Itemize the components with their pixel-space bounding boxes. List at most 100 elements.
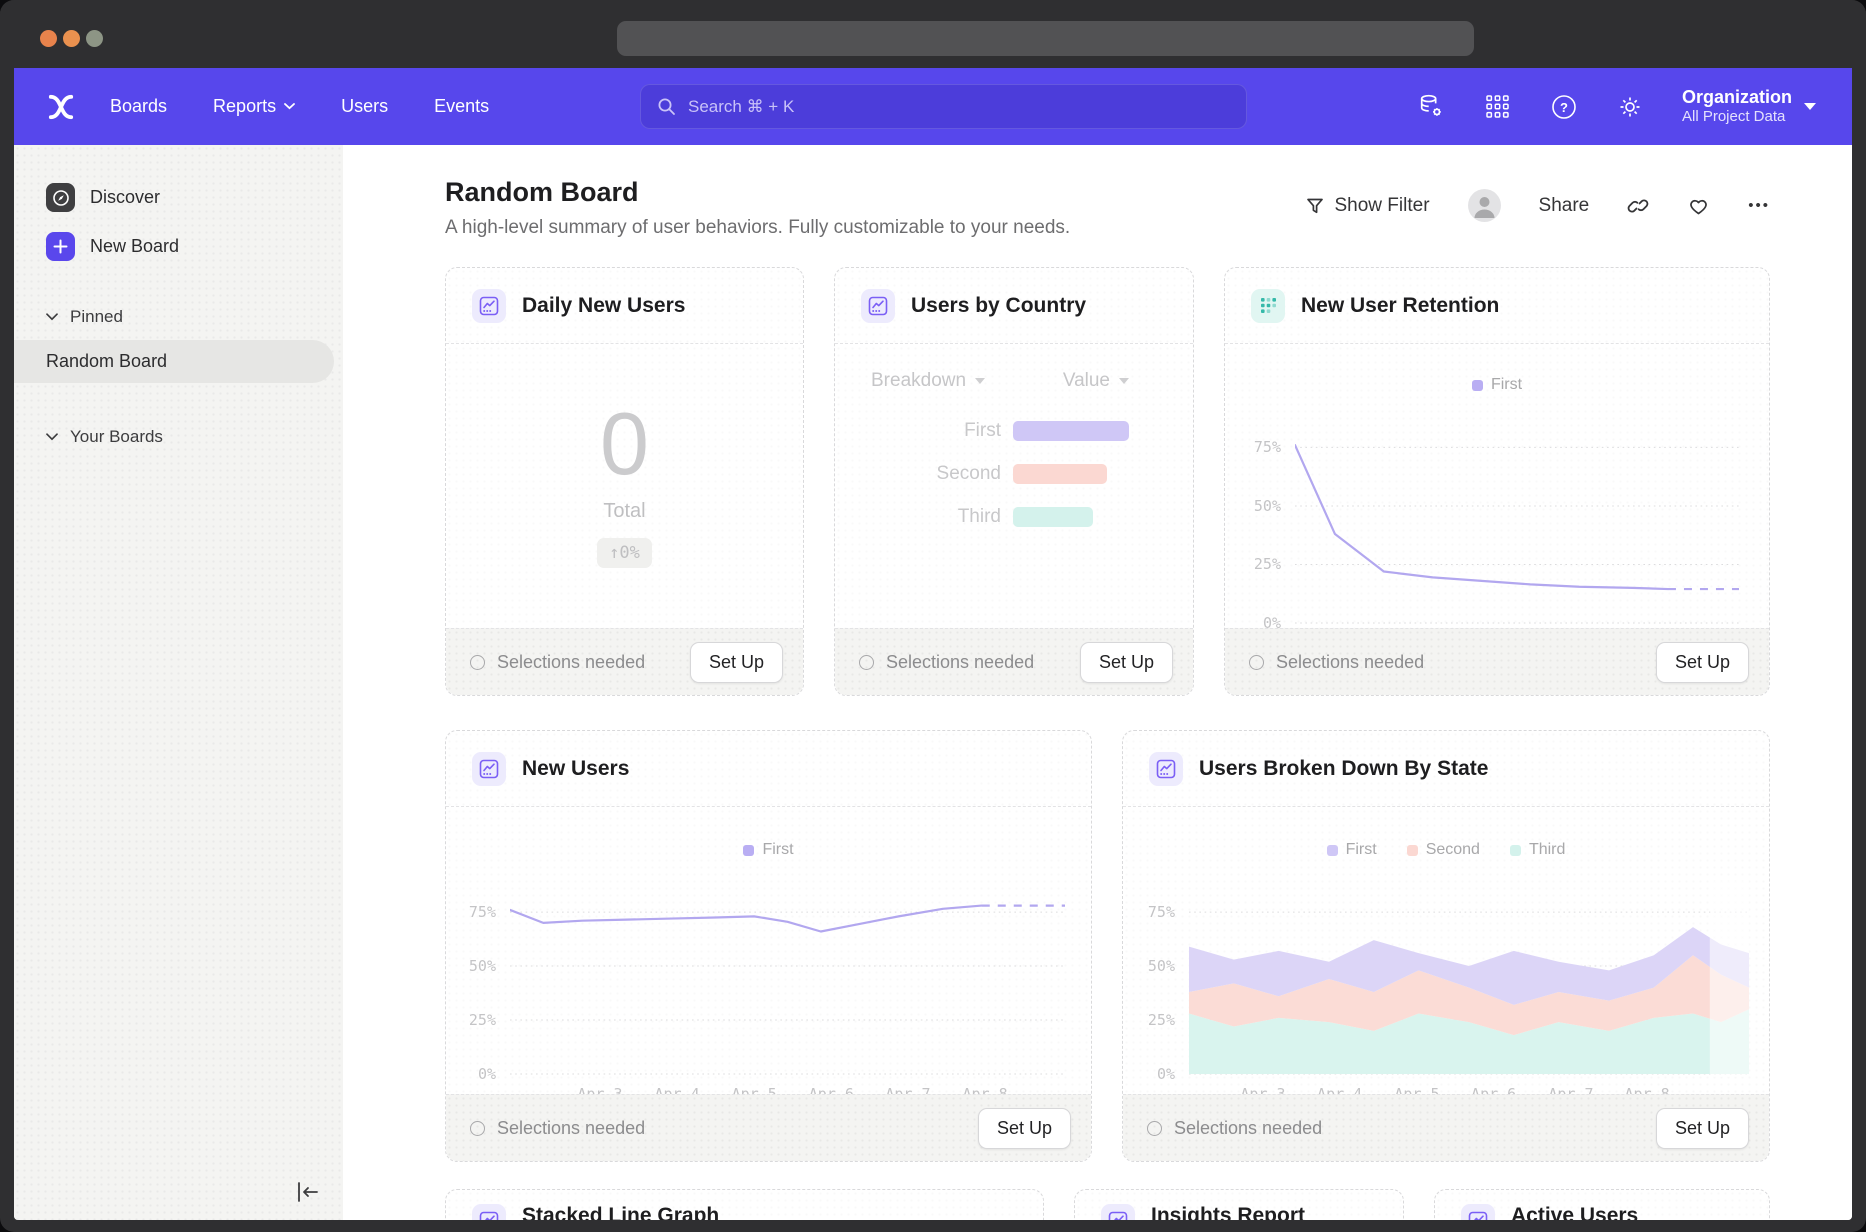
apps-grid-icon[interactable] <box>1484 93 1512 121</box>
y-axis-tick: 50% <box>1148 957 1175 975</box>
card-daily-new-users: Daily New Users 0 Total ↑0% Selections n… <box>445 267 804 696</box>
new-users-line-chart <box>510 881 1065 1077</box>
country-bar-row: Second <box>835 463 1193 485</box>
mixpanel-logo-icon[interactable] <box>46 92 76 122</box>
y-axis-tick: 50% <box>1254 497 1281 515</box>
selections-needed-status: Selections needed <box>859 652 1034 673</box>
help-icon[interactable]: ? <box>1550 93 1578 121</box>
breakdown-dropdown[interactable]: Breakdown <box>871 370 985 392</box>
more-options-button[interactable]: ••• <box>1748 197 1770 214</box>
insights-chart-icon <box>472 1204 506 1220</box>
card-title: New Users <box>522 757 629 781</box>
bar-second <box>1013 464 1107 484</box>
link-icon <box>1627 195 1649 217</box>
sidebar-item-random-board[interactable]: Random Board <box>14 340 334 383</box>
selections-needed-status: Selections needed <box>470 1118 645 1139</box>
y-axis-labels: 75%50%25%0% <box>1225 414 1295 626</box>
legend-swatch-icon <box>743 845 754 856</box>
zoom-window-button[interactable] <box>86 30 103 47</box>
close-window-button[interactable] <box>40 30 57 47</box>
page-subtitle: A high-level summary of user behaviors. … <box>445 217 1070 239</box>
share-button[interactable]: Share <box>1539 195 1590 217</box>
status-circle-icon <box>1147 1121 1162 1136</box>
traffic-lights <box>40 30 103 47</box>
card-new-users: New Users First 75%50%25%0% Apr 3Apr 4Ap… <box>445 730 1092 1162</box>
set-up-button[interactable]: Set Up <box>690 642 783 683</box>
y-axis-tick: 25% <box>469 1011 496 1029</box>
country-chart-body: Breakdown Value First Second Third <box>835 344 1193 628</box>
search-icon <box>657 97 676 116</box>
bar-label: First <box>835 420 1001 442</box>
retention-chart-body: First 75%50%25%0% < Day 1Day 2Day 3Day 4… <box>1225 344 1769 628</box>
set-up-button[interactable]: Set Up <box>978 1108 1071 1149</box>
card-users-by-state: Users Broken Down By State FirstSecondTh… <box>1122 730 1770 1162</box>
search-input[interactable]: Search ⌘ + K <box>640 84 1247 129</box>
legend-label: First <box>1491 376 1522 394</box>
sidebar-section-pinned[interactable]: Pinned <box>14 307 343 327</box>
browser-address-bar[interactable] <box>617 21 1474 56</box>
selections-needed-status: Selections needed <box>470 652 645 673</box>
filter-funnel-icon <box>1305 196 1325 216</box>
legend-label: Third <box>1529 841 1565 859</box>
card-active-users: Active Users <box>1434 1189 1770 1220</box>
board-actions: Show Filter Share <box>1305 189 1771 222</box>
card-title: Users Broken Down By State <box>1199 757 1488 781</box>
ellipsis-icon: ••• <box>1748 197 1770 214</box>
sidebar-section-your-boards[interactable]: Your Boards <box>14 427 343 447</box>
selections-needed-status: Selections needed <box>1147 1118 1322 1139</box>
insights-chart-icon <box>1149 752 1183 786</box>
set-up-button[interactable]: Set Up <box>1080 642 1173 683</box>
share-label: Share <box>1539 195 1590 217</box>
value-dropdown[interactable]: Value <box>1063 370 1129 392</box>
legend-item: First <box>1472 376 1522 394</box>
nav-item-users[interactable]: Users <box>341 96 388 117</box>
nav-item-boards[interactable]: Boards <box>110 96 167 117</box>
legend-label: Second <box>1426 841 1480 859</box>
set-up-button[interactable]: Set Up <box>1656 1108 1749 1149</box>
card-users-by-country: Users by Country Breakdown Value <box>834 267 1194 696</box>
section-label: Your Boards <box>70 427 163 447</box>
chevron-down-icon <box>1804 103 1816 110</box>
nav-item-reports[interactable]: Reports <box>213 96 295 117</box>
set-up-button[interactable]: Set Up <box>1656 642 1749 683</box>
metric-value: 0 <box>600 404 649 483</box>
retention-grid-icon <box>1251 289 1285 323</box>
minimize-window-button[interactable] <box>63 30 80 47</box>
status-circle-icon <box>859 655 874 670</box>
card-title: Users by Country <box>911 294 1086 318</box>
sidebar-item-new-board[interactable]: New Board <box>14 222 343 271</box>
status-circle-icon <box>470 655 485 670</box>
bar-first <box>1013 421 1129 441</box>
y-axis-tick: 75% <box>469 903 496 921</box>
plus-icon <box>46 232 75 261</box>
delta-badge: ↑0% <box>597 538 652 568</box>
insights-chart-icon <box>472 752 506 786</box>
country-bar-row: Third <box>835 506 1193 528</box>
legend-item: Second <box>1407 841 1480 859</box>
card-title: Active Users <box>1511 1204 1638 1220</box>
collapse-sidebar-button[interactable] <box>295 1180 321 1204</box>
favorite-button[interactable] <box>1687 195 1710 216</box>
user-avatar[interactable] <box>1468 189 1501 222</box>
page-title: Random Board <box>445 177 639 208</box>
country-bar-rows: First Second Third <box>835 420 1193 528</box>
insights-chart-icon <box>1461 1204 1495 1220</box>
show-filter-button[interactable]: Show Filter <box>1305 195 1430 217</box>
compass-icon <box>46 183 75 212</box>
legend-swatch-icon <box>1510 845 1521 856</box>
sidebar-item-discover[interactable]: Discover <box>14 173 343 222</box>
nav-item-events[interactable]: Events <box>434 96 489 117</box>
chart-legend: FirstSecondThird <box>1123 841 1769 859</box>
bar-label: Second <box>835 463 1001 485</box>
legend-swatch-icon <box>1407 845 1418 856</box>
data-management-icon[interactable] <box>1418 93 1446 121</box>
copy-link-button[interactable] <box>1627 195 1649 217</box>
y-axis-tick: 0% <box>478 1065 496 1083</box>
chart-legend: First <box>1225 376 1769 394</box>
org-switcher[interactable]: Organization All Project Data <box>1682 86 1816 127</box>
chart-legend: First <box>446 841 1091 859</box>
y-axis-tick: 0% <box>1157 1065 1175 1083</box>
y-axis-tick: 25% <box>1148 1011 1175 1029</box>
bar-label: Third <box>835 506 1001 528</box>
settings-gear-icon[interactable] <box>1616 93 1644 121</box>
